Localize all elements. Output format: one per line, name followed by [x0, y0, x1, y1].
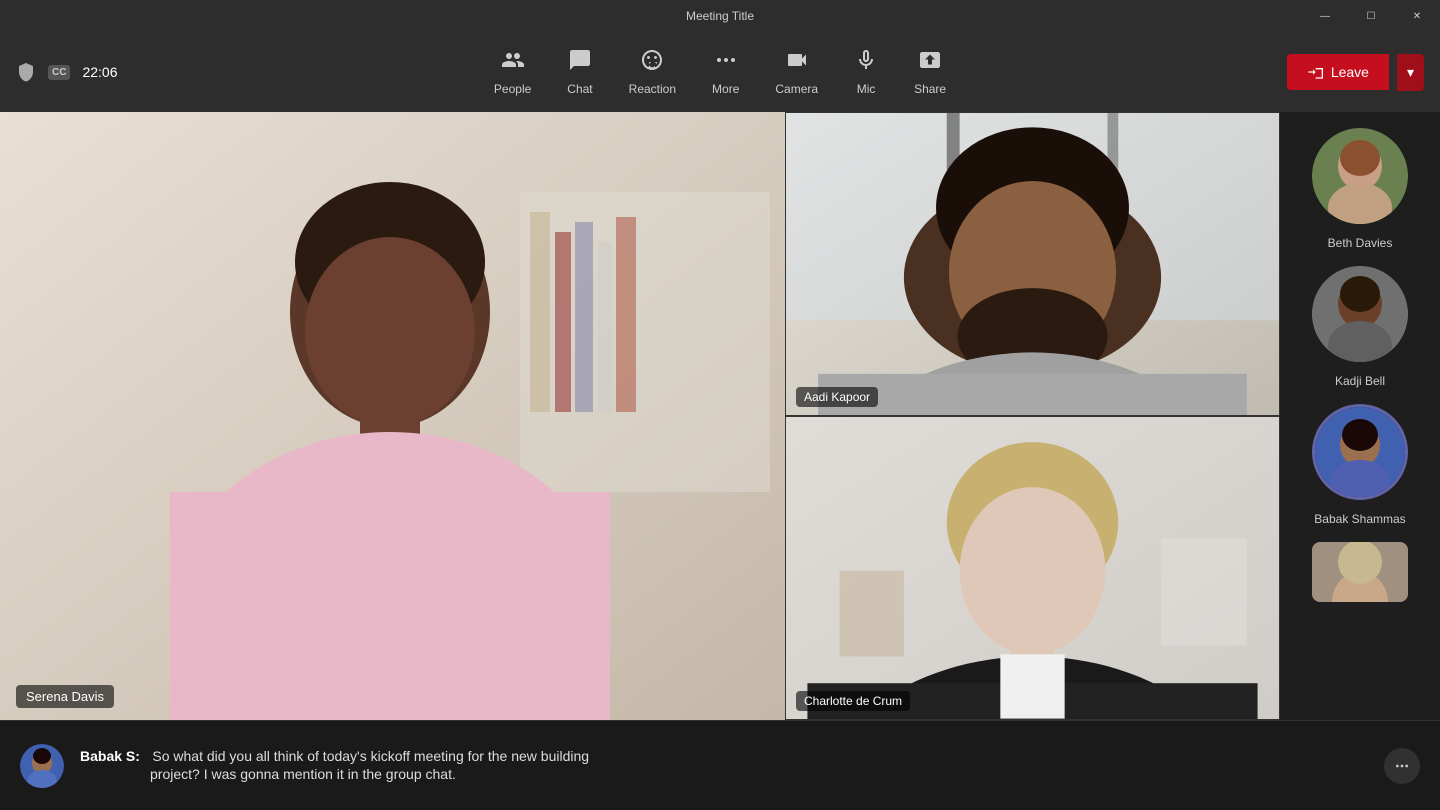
caption-bar: Babak S: So what did you all think of to… [0, 720, 1440, 810]
video-background [0, 112, 785, 720]
participants-sidebar: Beth Davies Kadji Bell Babak Shammas [1280, 112, 1440, 720]
speech-line2-container: project? I was gonna mention it in the g… [80, 766, 1368, 784]
aadi-name-tag: Aadi Kapoor [796, 387, 878, 407]
sidebar-avatar-4[interactable] [1312, 542, 1408, 602]
video-cell-charlotte: Charlotte de Crum [785, 416, 1280, 720]
caption-more-button[interactable] [1384, 748, 1420, 784]
sidebar-avatar-beth[interactable] [1312, 128, 1408, 224]
kadji-avatar-svg [1312, 266, 1408, 362]
sidebar-avatar-babak[interactable] [1312, 404, 1408, 500]
share-label: Share [914, 82, 946, 96]
reaction-label: Reaction [629, 82, 676, 96]
main-content: Serena Davis [0, 112, 1440, 720]
babak-avatar-svg [1315, 407, 1405, 497]
nav-reaction[interactable]: Reaction [613, 40, 692, 104]
sidebar-avatar-kadji[interactable] [1312, 266, 1408, 362]
nav-chat[interactable]: Chat [551, 40, 608, 104]
title-bar: Meeting Title — ☐ ✕ [0, 0, 1440, 32]
charlotte-video-svg [786, 417, 1279, 719]
p4-avatar-svg [1312, 542, 1408, 602]
camera-icon [785, 48, 809, 78]
shield-icon [16, 62, 36, 82]
babak-name: Babak Shammas [1314, 512, 1405, 526]
speaker-avatar [20, 744, 64, 788]
leave-button[interactable]: Leave [1287, 54, 1389, 90]
nav-people[interactable]: People [478, 40, 547, 104]
mic-label: Mic [857, 82, 876, 96]
left-controls: CC 22:06 [16, 62, 478, 82]
timer: 22:06 [82, 64, 117, 80]
charlotte-name-tag: Charlotte de Crum [796, 691, 910, 711]
window-controls: — ☐ ✕ [1302, 0, 1440, 32]
video-cell-aadi: Aadi Kapoor [785, 112, 1280, 416]
nav-share[interactable]: Share [898, 40, 962, 104]
reaction-icon [640, 48, 664, 78]
right-controls: Leave ▾ [962, 54, 1424, 91]
nav-mic[interactable]: Mic [838, 40, 894, 104]
more-label: More [712, 82, 739, 96]
window-title: Meeting Title [686, 9, 754, 23]
more-icon [714, 48, 738, 78]
mic-icon [854, 48, 878, 78]
minimize-button[interactable]: — [1302, 0, 1348, 32]
camera-label: Camera [775, 82, 818, 96]
nav-camera[interactable]: Camera [759, 40, 834, 104]
caption-text-container: Babak S: So what did you all think of to… [80, 748, 1368, 784]
cc-badge: CC [48, 65, 70, 80]
beth-name: Beth Davies [1328, 236, 1393, 250]
people-icon [501, 48, 525, 78]
kadji-name: Kadji Bell [1335, 374, 1385, 388]
nav-more[interactable]: More [696, 40, 755, 104]
chat-icon [568, 48, 592, 78]
leave-label: Leave [1331, 64, 1369, 80]
maximize-button[interactable]: ☐ [1348, 0, 1394, 32]
aadi-video-svg [786, 113, 1279, 415]
speech-line2: project? I was gonna mention it in the g… [80, 766, 456, 782]
chat-label: Chat [567, 82, 592, 96]
serena-video-svg [0, 112, 785, 720]
serena-name-tag: Serena Davis [16, 685, 114, 708]
close-button[interactable]: ✕ [1394, 0, 1440, 32]
top-bar: CC 22:06 People Chat [0, 32, 1440, 112]
babak-caption-avatar [20, 744, 64, 788]
speech-line1: So what did you all think of today's kic… [152, 748, 589, 764]
beth-avatar-svg [1312, 128, 1408, 224]
right-videos: Aadi Kapoor [785, 112, 1280, 720]
speaker-name: Babak S: [80, 748, 140, 764]
leave-dropdown-button[interactable]: ▾ [1397, 54, 1424, 91]
caption-speaker: Babak S: So what did you all think of to… [80, 748, 1368, 766]
main-video-serena: Serena Davis [0, 112, 785, 720]
people-label: People [494, 82, 531, 96]
video-grid: Serena Davis [0, 112, 1280, 720]
share-icon [918, 48, 942, 78]
nav-items: People Chat Reaction [478, 40, 962, 104]
